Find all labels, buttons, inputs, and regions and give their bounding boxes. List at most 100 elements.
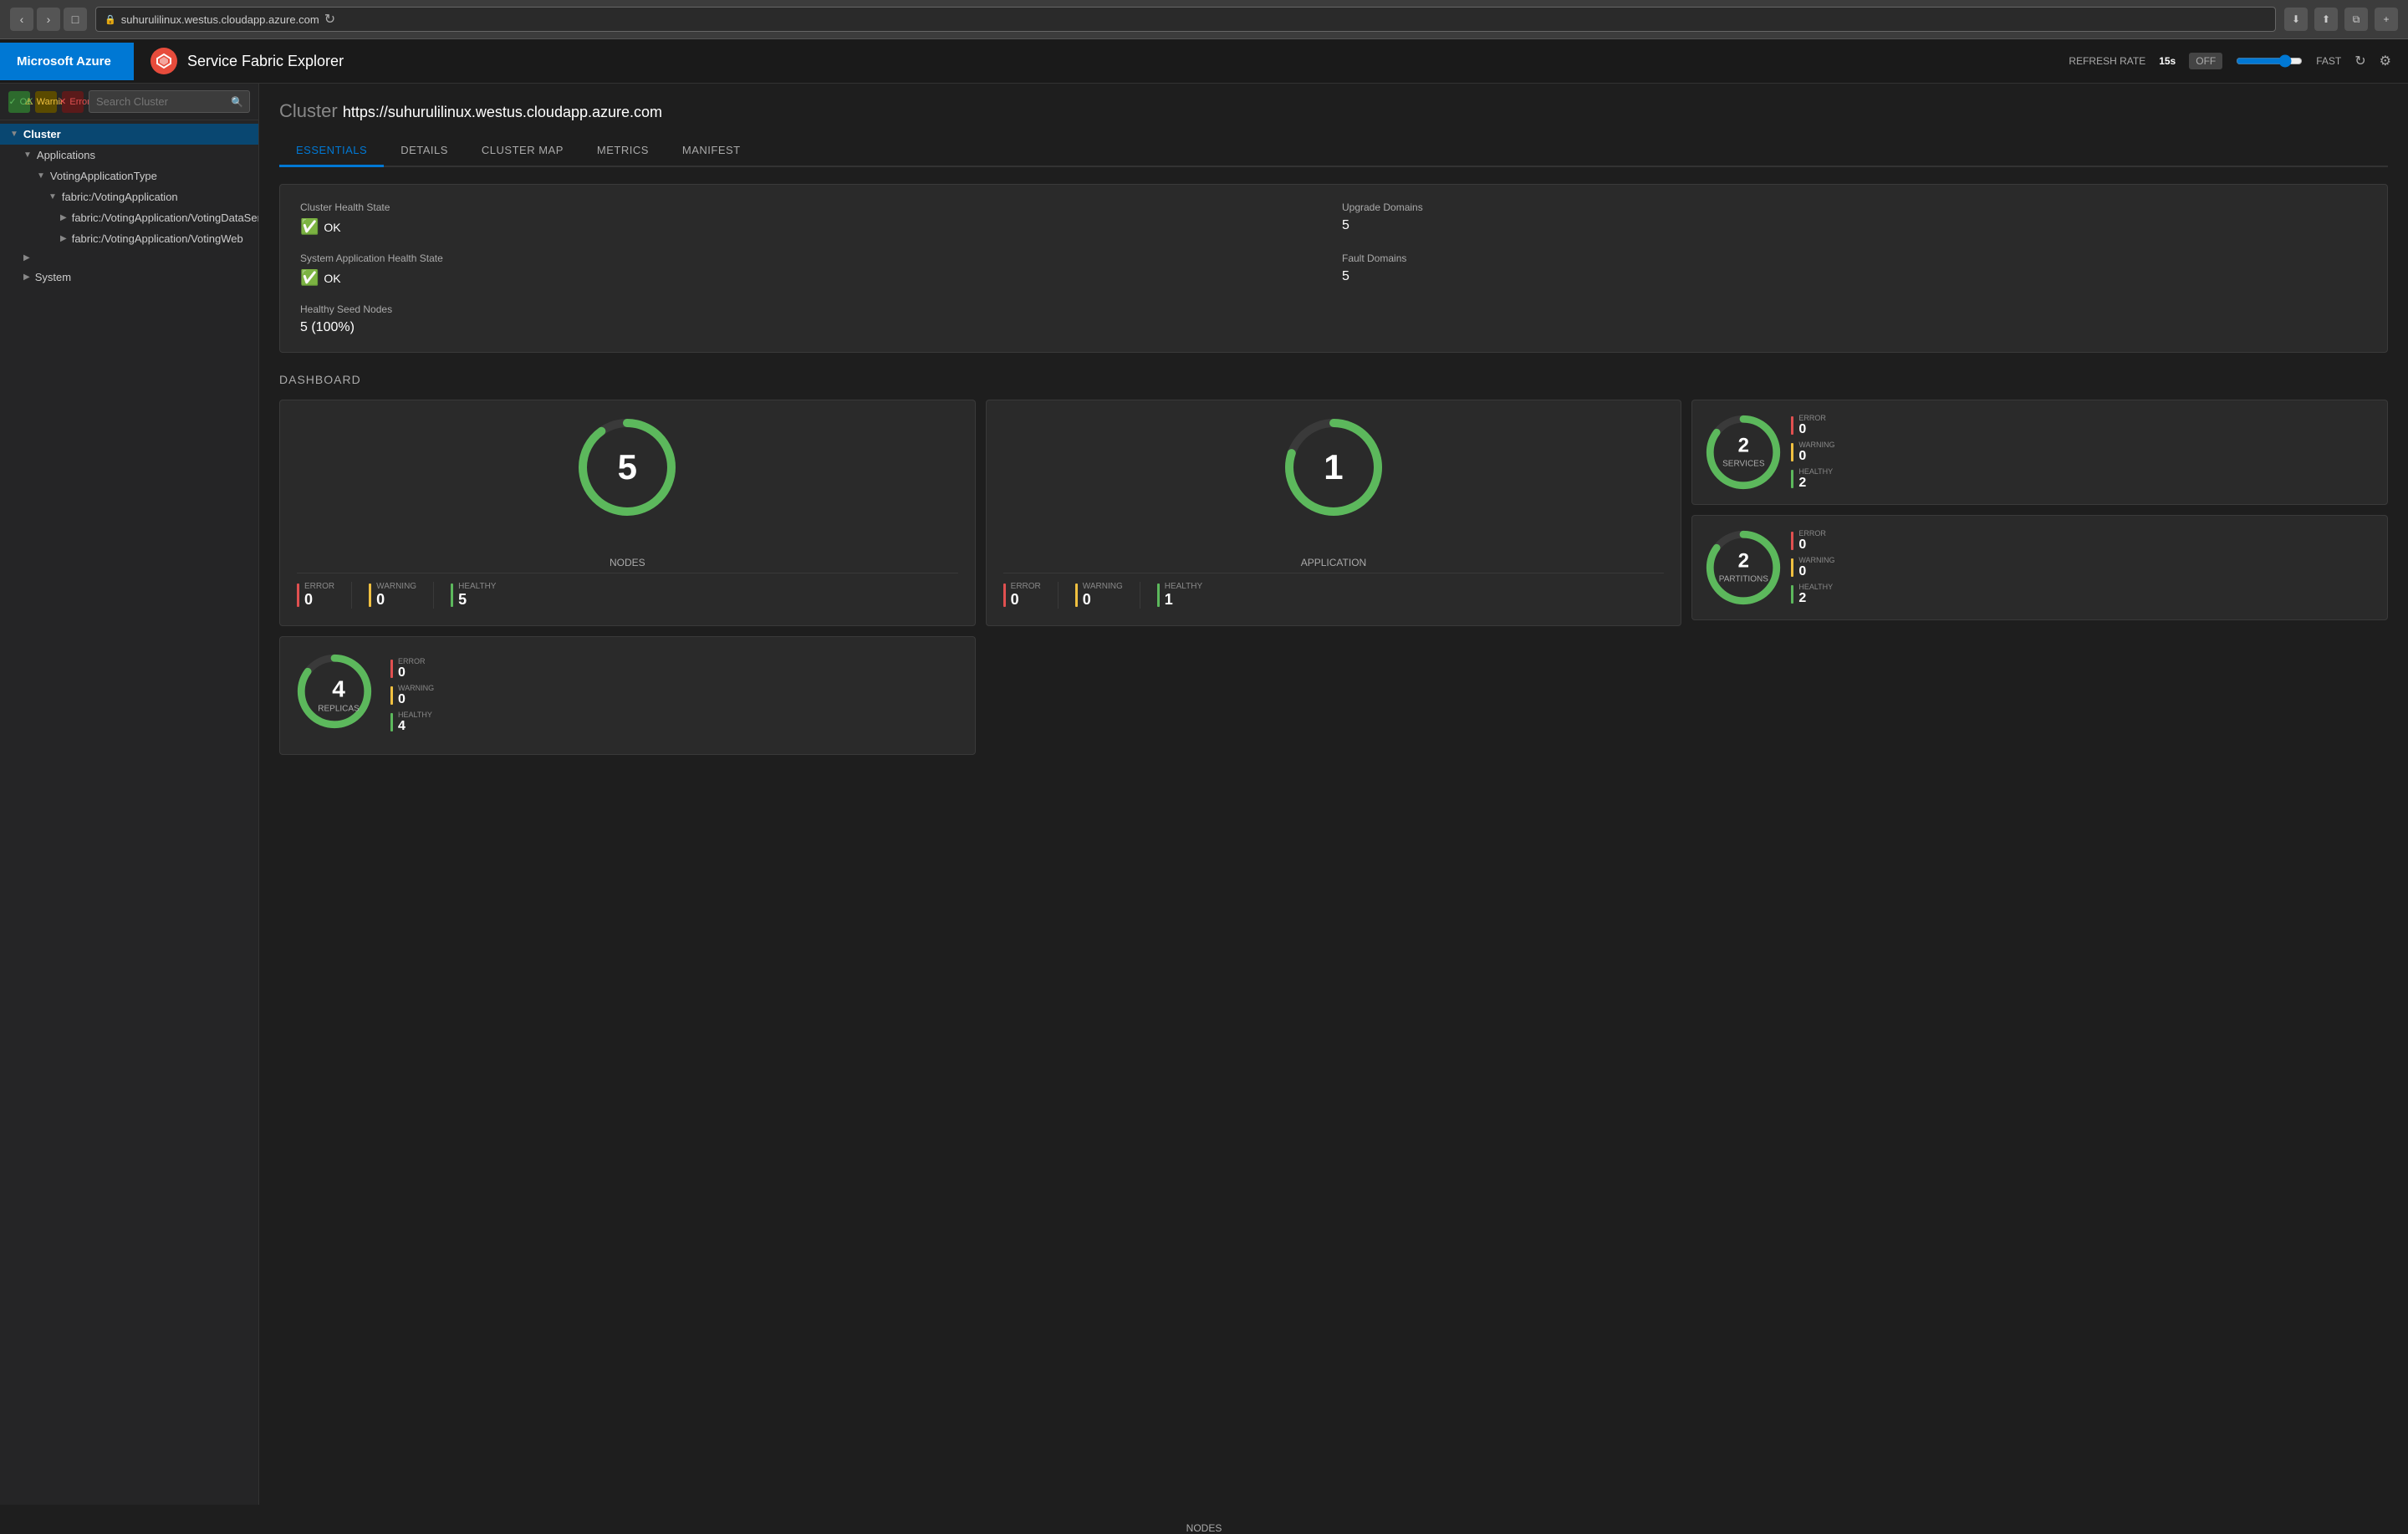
fault-domains-label: Fault Domains [1342,252,2367,264]
filter-warning-button[interactable]: ⚠Warning [35,91,57,113]
services-healthy: 2 [1798,476,1833,491]
more-button[interactable]: + [2375,8,2398,31]
bottom-row: 4 REPLICAS ERROR 0 [279,636,2388,755]
apps-healthy-value: 1 [1165,591,1202,609]
upgrade-domains-value: 5 [1342,218,2367,233]
search-input[interactable] [89,90,250,113]
chevron-right-icon: ▶ [23,253,30,262]
nodes-donut: 5 [577,417,677,517]
off-toggle[interactable]: OFF [2189,53,2222,69]
browser-chrome: ‹ › □ 🔒 suhurulilinux.westus.cloudapp.az… [0,0,2408,39]
essentials-fault-domains: Fault Domains 5 [1342,252,2367,287]
cluster-health-value: ✅ OK [300,218,1325,236]
browser-actions: ⬇ ⬆ ⧉ + [2284,8,2398,31]
replicas-label: REPLICAS [318,705,359,714]
fault-domains-value: 5 [1342,269,2367,284]
replicas-card: 4 REPLICAS ERROR 0 [279,636,976,755]
refresh-value: 15s [2159,55,2176,67]
services-warning: 0 [1798,449,1834,464]
system-label: System [35,271,71,283]
chevron-down-icon: ▼ [48,192,57,201]
share-button[interactable]: ⬆ [2314,8,2338,31]
partitions-warning: 0 [1798,564,1834,579]
app-title-area: Service Fabric Explorer [134,39,2052,83]
partitions-healthy: 2 [1798,591,1833,606]
voting-data-svc-label: fabric:/VotingApplication/VotingDataServ… [72,211,259,224]
chevron-right-icon: ▶ [60,213,67,222]
main-layout: ✓OK ⚠Warning ✕Error 🔍 ▼ Cluster ▼ Applic… [0,84,2408,1505]
window-button[interactable]: □ [64,8,87,31]
replicas-count: 4 [318,678,359,701]
speed-slider[interactable] [2236,54,2303,68]
url-display: suhurulilinux.westus.cloudapp.azure.com [121,13,319,26]
content-area: Cluster https://suhurulilinux.westus.clo… [259,84,2408,1505]
refresh-rate-label: REFRESH RATE [2069,55,2145,67]
apps-healthy-stat: HEALTHY 1 [1157,582,1202,609]
cluster-label: Cluster [23,128,61,140]
sidebar-item-voting-app[interactable]: ▼ fabric:/VotingApplication [0,186,258,207]
settings-icon-button[interactable]: ⚙ [2380,53,2391,69]
sf-icon [150,48,177,74]
address-bar[interactable]: 🔒 suhurulilinux.westus.cloudapp.azure.co… [95,7,2276,32]
sidebar-item-cluster[interactable]: ▼ Cluster [0,124,258,145]
applications-label: Applications [37,149,95,161]
ok-status-icon-2: ✅ [300,269,319,287]
nodes-healthy-stat: HEALTHY 5 [451,582,496,609]
nodes-error-stat: ERROR 0 [297,582,334,609]
services-partitions-column: 2 SERVICES ERROR 0 [1691,400,2388,626]
search-container: 🔍 [89,90,250,113]
partitions-card: 2 PARTITIONS ERROR 0 [1691,515,2388,620]
cluster-health-label: Cluster Health State [300,201,1325,213]
voting-app-label: fabric:/VotingApplication [62,191,178,203]
download-button[interactable]: ⬇ [2284,8,2308,31]
nodes-count: 5 [618,450,637,485]
tabs: ESSENTIALS DETAILS CLUSTER MAP METRICS M… [279,135,2388,167]
tab-cluster-map[interactable]: CLUSTER MAP [465,135,580,167]
app-header: Microsoft Azure Service Fabric Explorer … [0,39,2408,84]
apps-error-stat: ERROR 0 [1003,582,1041,609]
back-button[interactable]: ‹ [10,8,33,31]
sidebar-item-voting-data-svc[interactable]: ▶ fabric:/VotingApplication/VotingDataSe… [0,207,258,228]
chevron-down-icon: ▼ [37,171,45,181]
sidebar-item-voting-app-type[interactable]: ▼ VotingApplicationType [0,166,258,186]
sidebar-item-voting-web[interactable]: ▶ fabric:/VotingApplication/VotingWeb [0,228,258,249]
apps-warning-stat: WARNING 0 [1075,582,1123,609]
upgrade-domains-label: Upgrade Domains [1342,201,2367,213]
sidebar-item-nodes[interactable]: ▶ Nodes [0,249,258,267]
chevron-down-icon: ▼ [10,130,18,139]
tab-button[interactable]: ⧉ [2344,8,2368,31]
nodes-warning-stat: WARNING 0 [369,582,416,609]
tab-essentials[interactable]: ESSENTIALS [279,135,384,167]
services-donut: 2 SERVICES [1706,415,1781,490]
header-right: REFRESH RATE 15s OFF FAST ↻ ⚙ [2052,53,2408,69]
cluster-title-label: Cluster [279,100,338,121]
replicas-error: 0 [398,665,426,680]
essentials-upgrade-domains: Upgrade Domains 5 [1342,201,2367,236]
replicas-donut: 4 REPLICAS [297,654,380,737]
applications-donut: 1 [1283,417,1384,517]
essentials-system-health: System Application Health State ✅ OK [300,252,1325,287]
replicas-warning: 0 [398,692,434,707]
app-title: Service Fabric Explorer [187,53,344,70]
chevron-down-icon: ▼ [23,150,32,160]
applications-count: 1 [1324,450,1343,485]
essentials-seed-nodes: Healthy Seed Nodes 5 (100%) [300,303,1325,335]
filter-error-button[interactable]: ✕Error [62,91,84,113]
sidebar-item-applications[interactable]: ▼ Applications [0,145,258,166]
tab-metrics[interactable]: METRICS [580,135,666,167]
services-label: SERVICES [1722,460,1764,469]
forward-button[interactable]: › [37,8,60,31]
partitions-error: 0 [1798,538,1826,553]
system-health-label: System Application Health State [300,252,1325,264]
voting-app-type-label: VotingApplicationType [50,170,157,182]
nodes-card: 5 NODES ERROR 0 [279,400,976,626]
refresh-icon-button[interactable]: ↻ [2354,53,2365,69]
cluster-url: https://suhurulilinux.westus.cloudapp.az… [343,104,662,120]
sidebar-item-system[interactable]: ▶ System [0,267,258,288]
chevron-right-icon: ▶ [23,273,30,282]
tab-details[interactable]: DETAILS [384,135,465,167]
apps-warning-value: 0 [1083,591,1123,609]
tab-manifest[interactable]: MANIFEST [666,135,758,167]
page-title: Cluster https://suhurulilinux.westus.clo… [279,100,2388,122]
page-refresh-button[interactable]: ↻ [324,11,335,28]
